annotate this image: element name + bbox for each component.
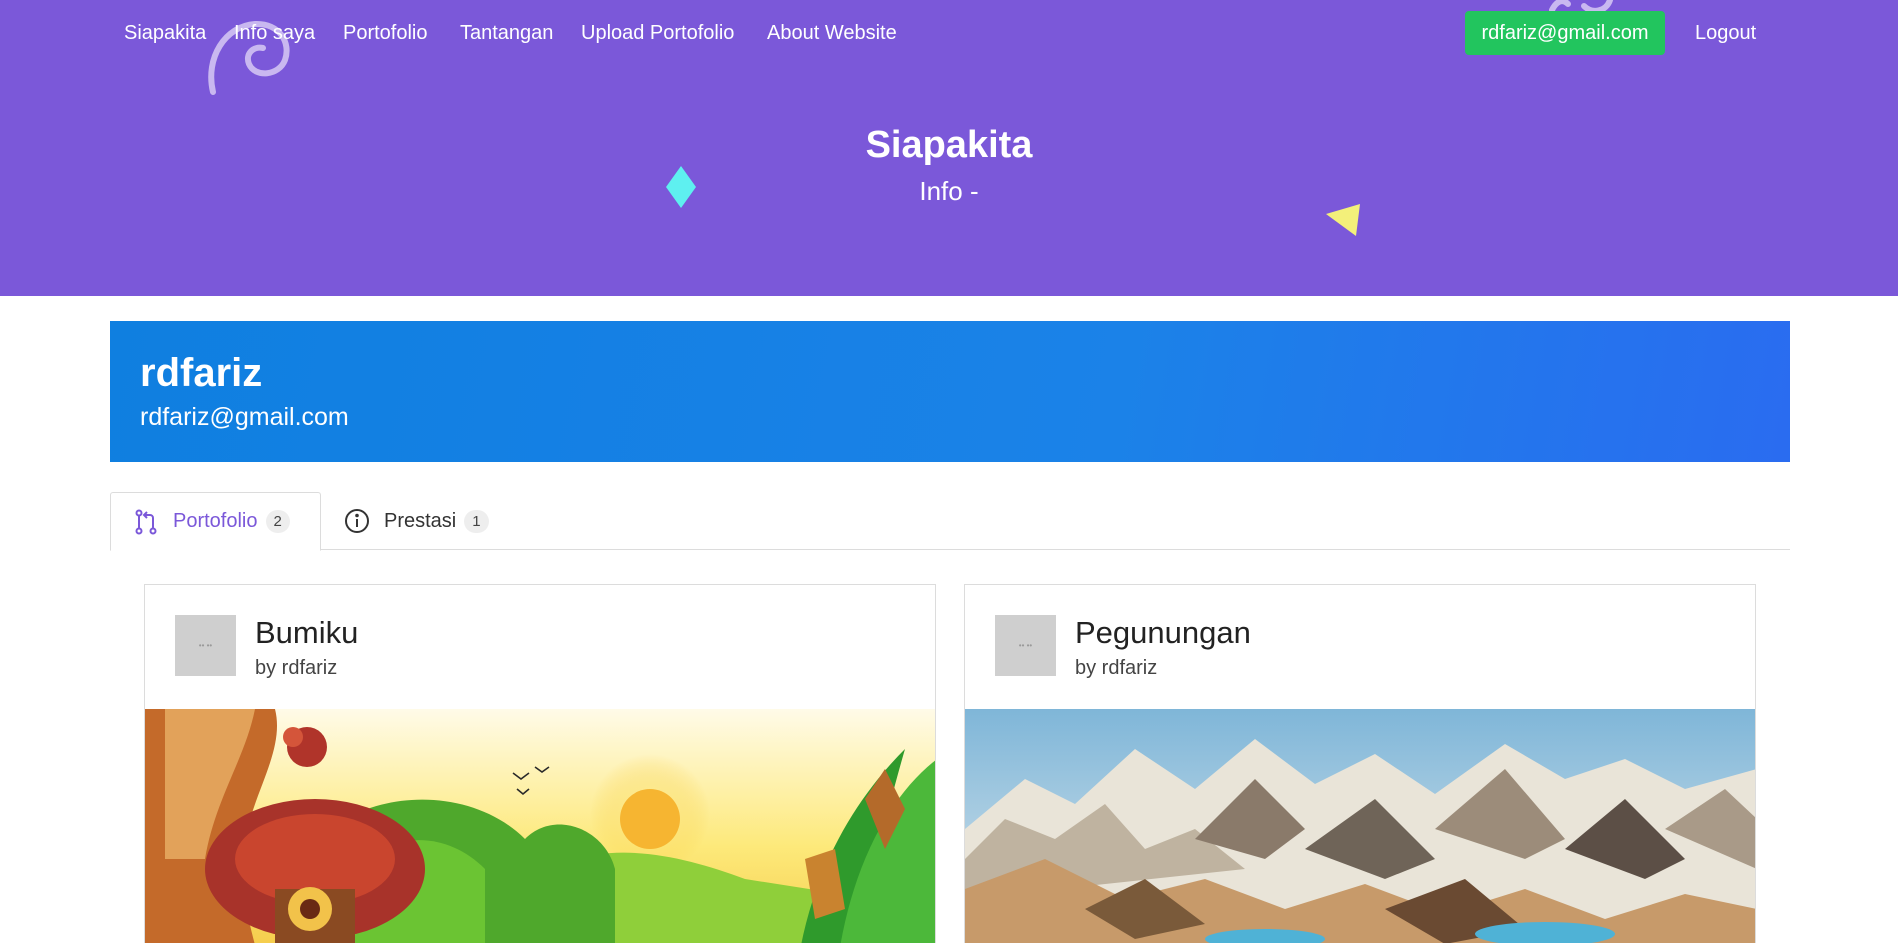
page-title: Siapakita — [865, 124, 1033, 166]
fantasy-forest-image — [145, 709, 935, 943]
portfolio-card[interactable]: •• •• Pegunungan by rdfariz — [964, 584, 1756, 943]
nav-about-website[interactable]: About Website — [767, 22, 897, 45]
profile-name: rdfariz — [140, 351, 263, 395]
hero-header: Siapakita Info saya Portofolio Tantangan… — [0, 0, 1898, 296]
mountains-image — [965, 709, 1755, 943]
nav-portofolio[interactable]: Portofolio — [343, 22, 428, 45]
profile-banner: rdfariz rdfariz@gmail.com — [110, 321, 1790, 462]
tab-prestasi[interactable]: Prestasi 1 — [344, 492, 514, 550]
tab-portofolio-count: 2 — [265, 510, 290, 533]
page-subtitle: Info - — [919, 176, 979, 206]
nav-upload-portofolio[interactable]: Upload Portofolio — [581, 22, 734, 45]
top-nav: Siapakita Info saya Portofolio Tantangan… — [0, 0, 1898, 68]
tab-portofolio-label: Portofolio — [173, 510, 258, 532]
card-title[interactable]: Pegunungan — [1075, 615, 1251, 651]
info-circle-icon — [344, 508, 370, 534]
nav-tantangan[interactable]: Tantangan — [460, 22, 553, 45]
profile-tabs: Portofolio 2 Prestasi 1 — [110, 492, 1790, 551]
card-author: by rdfariz — [1075, 657, 1158, 679]
profile-email: rdfariz@gmail.com — [140, 403, 349, 431]
nav-siapakita[interactable]: Siapakita — [124, 22, 206, 45]
triangle-decoration — [1326, 204, 1360, 236]
user-email-button[interactable]: rdfariz@gmail.com — [1465, 11, 1665, 55]
avatar: •• •• — [175, 615, 236, 676]
nav-info-saya[interactable]: Info saya — [234, 22, 315, 45]
portfolio-card[interactable]: •• •• Bumiku by rdfariz — [144, 584, 936, 943]
logout-link[interactable]: Logout — [1695, 22, 1756, 45]
tab-prestasi-count: 1 — [464, 509, 489, 533]
card-author: by rdfariz — [255, 657, 338, 679]
avatar: •• •• — [995, 615, 1056, 676]
git-pull-request-icon — [133, 509, 159, 535]
tab-prestasi-label: Prestasi — [384, 509, 457, 532]
card-title[interactable]: Bumiku — [255, 615, 358, 651]
tab-portofolio[interactable]: Portofolio 2 — [110, 492, 321, 551]
